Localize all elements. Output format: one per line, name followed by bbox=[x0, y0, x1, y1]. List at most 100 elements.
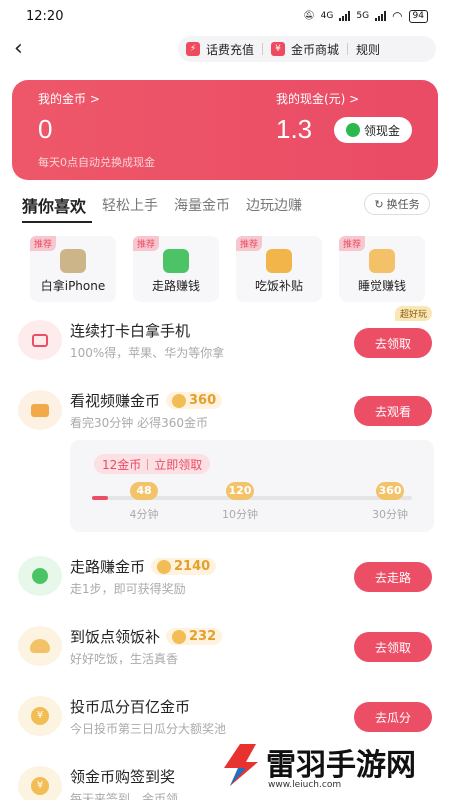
wechat-icon bbox=[345, 123, 360, 137]
recommend-tag: 推荐 bbox=[30, 236, 57, 251]
coin-reward-value: 232 bbox=[189, 629, 217, 644]
my-coins-link[interactable]: 我的金币 > bbox=[38, 90, 100, 107]
back-arrow-icon[interactable]: ‹ bbox=[14, 38, 36, 60]
task-title: 领金币购签到奖 bbox=[70, 768, 176, 786]
header-actions: ⚡ 话费充值 ¥ 金币商城 规则 bbox=[178, 36, 436, 62]
recommend-tag: 推荐 bbox=[236, 236, 263, 251]
sleep-icon bbox=[369, 249, 395, 273]
swap-tasks-button[interactable]: ↻ 换任务 bbox=[364, 193, 430, 215]
walking-icon bbox=[18, 556, 62, 596]
progress-fill bbox=[92, 496, 108, 500]
video-progress-panel: 12金币 立即领取 48 4分钟 120 10分钟 360 30分钟 bbox=[70, 440, 434, 532]
super-fun-badge: 超好玩 bbox=[394, 306, 432, 321]
rules-button[interactable]: 规则 bbox=[348, 36, 388, 62]
rice-bowl-icon bbox=[18, 626, 62, 666]
featured-label: 白拿iPhone bbox=[40, 279, 106, 293]
gift-box-icon bbox=[18, 320, 62, 360]
milestone-time: 4分钟 bbox=[129, 508, 159, 521]
mute-icon: 🔕︎ bbox=[303, 11, 315, 21]
task-subtitle: 100%得，苹果、华为等你拿 bbox=[70, 346, 225, 360]
walk-button[interactable]: 去走路 bbox=[354, 562, 432, 592]
tab-guess-you-like[interactable]: 猜你喜欢 bbox=[22, 193, 93, 223]
status-bar: 12:20 🔕︎ 4G 5G ◠ 94 bbox=[0, 0, 450, 32]
current-coins-label: 12金币 bbox=[102, 457, 142, 472]
task-subtitle: 看完30分钟 必得360金币 bbox=[70, 416, 208, 430]
signal-icon-2 bbox=[375, 11, 387, 21]
coin-reward-badge: 360 bbox=[166, 392, 223, 409]
withdraw-cash-button[interactable]: 领现金 bbox=[334, 117, 412, 143]
tab-play-and-earn[interactable]: 边玩边赚 bbox=[246, 195, 302, 215]
task-title: 连续打卡白拿手机 bbox=[70, 322, 191, 340]
milestone-30min: 360 30分钟 bbox=[370, 482, 410, 522]
coin-icon bbox=[157, 559, 172, 574]
swap-tasks-label: 换任务 bbox=[386, 198, 420, 211]
task-title: 投币瓜分百亿金币 bbox=[70, 698, 191, 716]
claim-button[interactable]: 去领取 bbox=[354, 632, 432, 662]
milestone-coin: 48 bbox=[130, 482, 158, 500]
milestone-4min: 48 4分钟 bbox=[124, 482, 164, 522]
coin-icon bbox=[172, 629, 187, 644]
coin-reward-value: 360 bbox=[189, 393, 217, 408]
task-title-row: 走路赚金币 2140 bbox=[70, 556, 217, 577]
task-title-row: 到饭点领饭补 232 bbox=[70, 626, 223, 647]
header: ‹ ⚡ 话费充值 ¥ 金币商城 规则 bbox=[0, 36, 450, 64]
claim-now-label: 立即领取 bbox=[154, 457, 203, 472]
coin-mall-button[interactable]: ¥ 金币商城 bbox=[263, 36, 347, 62]
milestone-coin: 360 bbox=[376, 482, 404, 500]
charge-icon: ⚡ bbox=[186, 42, 200, 56]
phone-charge-button[interactable]: ⚡ 话费充值 bbox=[178, 36, 262, 62]
rice-bowl-icon bbox=[266, 249, 292, 273]
coins-value: 0 bbox=[38, 114, 53, 144]
coin-reward-value: 2140 bbox=[174, 559, 211, 574]
walking-icon bbox=[163, 249, 189, 273]
withdraw-cash-label: 领现金 bbox=[363, 123, 400, 138]
watermark-name: 雷羽手游网 bbox=[266, 748, 416, 783]
task-subtitle: 今日投币第三日瓜分大额奖池 bbox=[70, 722, 227, 736]
featured-meal-subsidy[interactable]: 推荐 吃饭补贴 bbox=[236, 236, 322, 302]
mall-icon: ¥ bbox=[271, 42, 286, 56]
task-subtitle: 每天来签到，金币领 bbox=[70, 792, 179, 800]
coin-icon bbox=[172, 393, 187, 408]
tab-easy-start[interactable]: 轻松上手 bbox=[102, 195, 158, 215]
coin-mall-label: 金币商城 bbox=[291, 42, 340, 57]
my-cash-link[interactable]: 我的现金(元) > bbox=[276, 90, 359, 107]
task-title: 走路赚金币 bbox=[70, 558, 146, 576]
divider bbox=[147, 458, 149, 470]
watermark-url: www.leiuch.com bbox=[268, 780, 342, 790]
task-checkin-phone: 连续打卡白拿手机 100%得，苹果、华为等你拿 超好玩 去领取 bbox=[18, 306, 438, 362]
milestone-time: 10分钟 bbox=[222, 508, 258, 521]
coin-reward-badge: 2140 bbox=[151, 558, 217, 575]
signal-icon bbox=[339, 11, 351, 21]
tab-massive-coins[interactable]: 海量金币 bbox=[174, 195, 230, 215]
recommend-tag: 推荐 bbox=[339, 236, 366, 251]
exchange-note: 每天0点自动兑换成现金 bbox=[38, 156, 155, 169]
featured-sleep-earn[interactable]: 推荐 睡觉赚钱 bbox=[339, 236, 425, 302]
milestone-time: 30分钟 bbox=[372, 508, 408, 521]
featured-free-iphone[interactable]: 推荐 白拿iPhone bbox=[30, 236, 116, 302]
network-4g-label: 4G bbox=[320, 11, 334, 21]
task-meal-subsidy: 到饭点领饭补 232 好好吃饭，生活真香 去领取 bbox=[18, 626, 438, 668]
status-time: 12:20 bbox=[26, 8, 64, 24]
video-camera-icon bbox=[18, 390, 62, 430]
coin-reward-badge: 232 bbox=[166, 628, 223, 645]
featured-cards: 推荐 白拿iPhone 推荐 走路赚钱 推荐 吃饭补贴 推荐 睡觉赚钱 bbox=[30, 236, 425, 302]
status-icons: 🔕︎ 4G 5G ◠ 94 bbox=[303, 9, 428, 23]
featured-walk-earn[interactable]: 推荐 走路赚钱 bbox=[133, 236, 219, 302]
recommend-tag: 推荐 bbox=[133, 236, 160, 251]
watermark-logo-icon bbox=[224, 744, 258, 786]
split-button[interactable]: 去瓜分 bbox=[354, 702, 432, 732]
task-coin-split: ¥ 投币瓜分百亿金币 今日投币第三日瓜分大额奖池 去瓜分 bbox=[18, 696, 438, 738]
claim-progress-pill[interactable]: 12金币 立即领取 bbox=[94, 454, 211, 474]
task-walk: 走路赚金币 2140 走1步，即可获得奖励 去走路 bbox=[18, 556, 438, 598]
milestone-coin: 120 bbox=[226, 482, 254, 500]
featured-label: 睡觉赚钱 bbox=[357, 279, 406, 293]
task-tabs: 猜你喜欢 轻松上手 海量金币 边玩边赚 ↻ 换任务 bbox=[22, 192, 442, 223]
claim-button[interactable]: 去领取 bbox=[354, 328, 432, 358]
task-watch-video: 看视频赚金币 360 看完30分钟 必得360金币 去观看 bbox=[18, 390, 438, 432]
watch-button[interactable]: 去观看 bbox=[354, 396, 432, 426]
battery-icon: 94 bbox=[408, 9, 428, 23]
wifi-icon: ◠ bbox=[392, 9, 403, 23]
coin-icon: ¥ bbox=[18, 696, 62, 736]
milestone-10min: 120 10分钟 bbox=[220, 482, 260, 522]
phone-charge-label: 话费充值 bbox=[206, 42, 255, 57]
